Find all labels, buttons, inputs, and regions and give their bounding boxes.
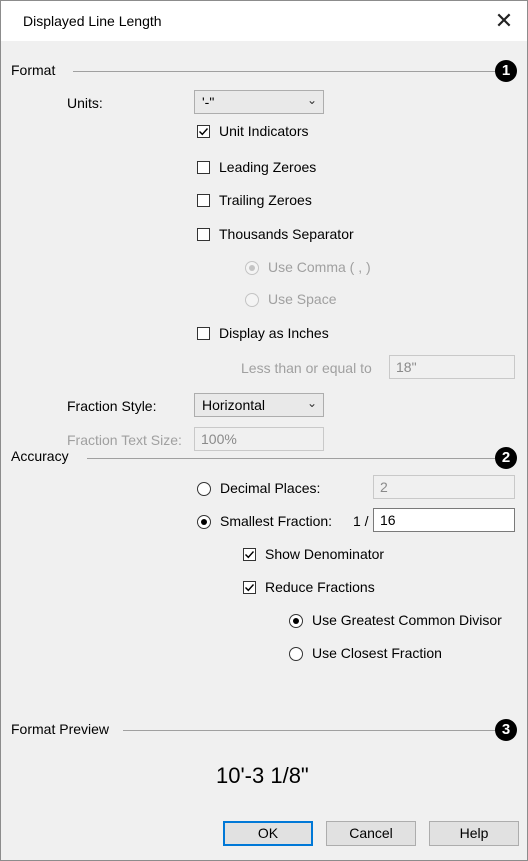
unit-indicators-checkbox[interactable]: [197, 125, 210, 138]
help-button[interactable]: Help: [429, 821, 519, 846]
use-closest-label: Use Closest Fraction: [312, 645, 442, 661]
leading-zeroes-checkbox[interactable]: [197, 161, 210, 174]
use-comma-label: Use Comma ( , ): [268, 259, 371, 275]
less-than-input[interactable]: 18": [389, 355, 515, 379]
callout-1-icon: 1: [495, 60, 517, 82]
callout-3-icon: 3: [495, 719, 517, 741]
use-space-label: Use Space: [268, 291, 337, 307]
close-icon[interactable]: ✕: [489, 6, 519, 36]
use-gcd-radio[interactable]: [289, 614, 303, 628]
thousands-separator-label: Thousands Separator: [219, 226, 354, 242]
format-preview-section-label: Format Preview: [11, 721, 110, 737]
smallest-fraction-radio[interactable]: [197, 515, 211, 529]
reduce-fractions-label: Reduce Fractions: [265, 579, 375, 595]
window-title: Displayed Line Length: [23, 13, 162, 29]
smallest-fraction-input[interactable]: 16: [373, 508, 515, 532]
show-denominator-checkbox[interactable]: [243, 548, 256, 561]
decimal-places-label: Decimal Places:: [220, 480, 321, 496]
trailing-zeroes-checkbox[interactable]: [197, 194, 210, 207]
fraction-style-value: Horizontal: [202, 397, 266, 413]
chevron-down-icon: ⌄: [306, 93, 317, 107]
cancel-button[interactable]: Cancel: [326, 821, 416, 846]
format-divider: [73, 71, 497, 72]
callout-2-icon: 2: [495, 447, 517, 469]
preview-divider: [123, 730, 497, 731]
units-label: Units:: [67, 95, 103, 111]
show-denominator-label: Show Denominator: [265, 546, 385, 562]
units-value: '-": [202, 94, 215, 110]
checkmark-icon: [245, 584, 255, 592]
display-as-inches-checkbox[interactable]: [197, 327, 210, 340]
use-gcd-label: Use Greatest Common Divisor: [312, 612, 502, 628]
thousands-separator-checkbox[interactable]: [197, 228, 210, 241]
displayed-line-length-dialog: Displayed Line Length ✕ Format 1 Units: …: [0, 0, 528, 861]
checkmark-icon: [199, 128, 209, 136]
less-than-label: Less than or equal to: [241, 360, 372, 376]
display-as-inches-label: Display as Inches: [219, 325, 329, 341]
smallest-fraction-label: Smallest Fraction:: [220, 513, 333, 529]
chevron-down-icon: ⌄: [306, 396, 317, 410]
fraction-text-size-input[interactable]: 100%: [194, 427, 324, 451]
units-select[interactable]: '-" ⌄: [194, 90, 324, 114]
fraction-style-select[interactable]: Horizontal ⌄: [194, 393, 324, 417]
format-section-label: Format: [11, 62, 56, 78]
accuracy-divider: [87, 458, 497, 459]
fraction-text-size-label: Fraction Text Size:: [67, 432, 182, 448]
use-closest-radio[interactable]: [289, 647, 303, 661]
use-space-radio[interactable]: [245, 293, 259, 307]
leading-zeroes-label: Leading Zeroes: [219, 159, 317, 175]
unit-indicators-label: Unit Indicators: [219, 123, 309, 139]
trailing-zeroes-label: Trailing Zeroes: [219, 192, 312, 208]
fraction-style-label: Fraction Style:: [67, 398, 157, 414]
ok-button[interactable]: OK: [223, 821, 313, 846]
checkmark-icon: [245, 551, 255, 559]
accuracy-section-label: Accuracy: [11, 448, 69, 464]
format-preview-text: 10'-3 1/8": [216, 763, 309, 788]
decimal-places-radio[interactable]: [197, 482, 211, 496]
fraction-prefix: 1 /: [353, 513, 369, 529]
decimal-places-input[interactable]: 2: [373, 475, 515, 499]
title-bar: Displayed Line Length ✕: [1, 1, 527, 41]
use-comma-radio[interactable]: [245, 261, 259, 275]
reduce-fractions-checkbox[interactable]: [243, 581, 256, 594]
